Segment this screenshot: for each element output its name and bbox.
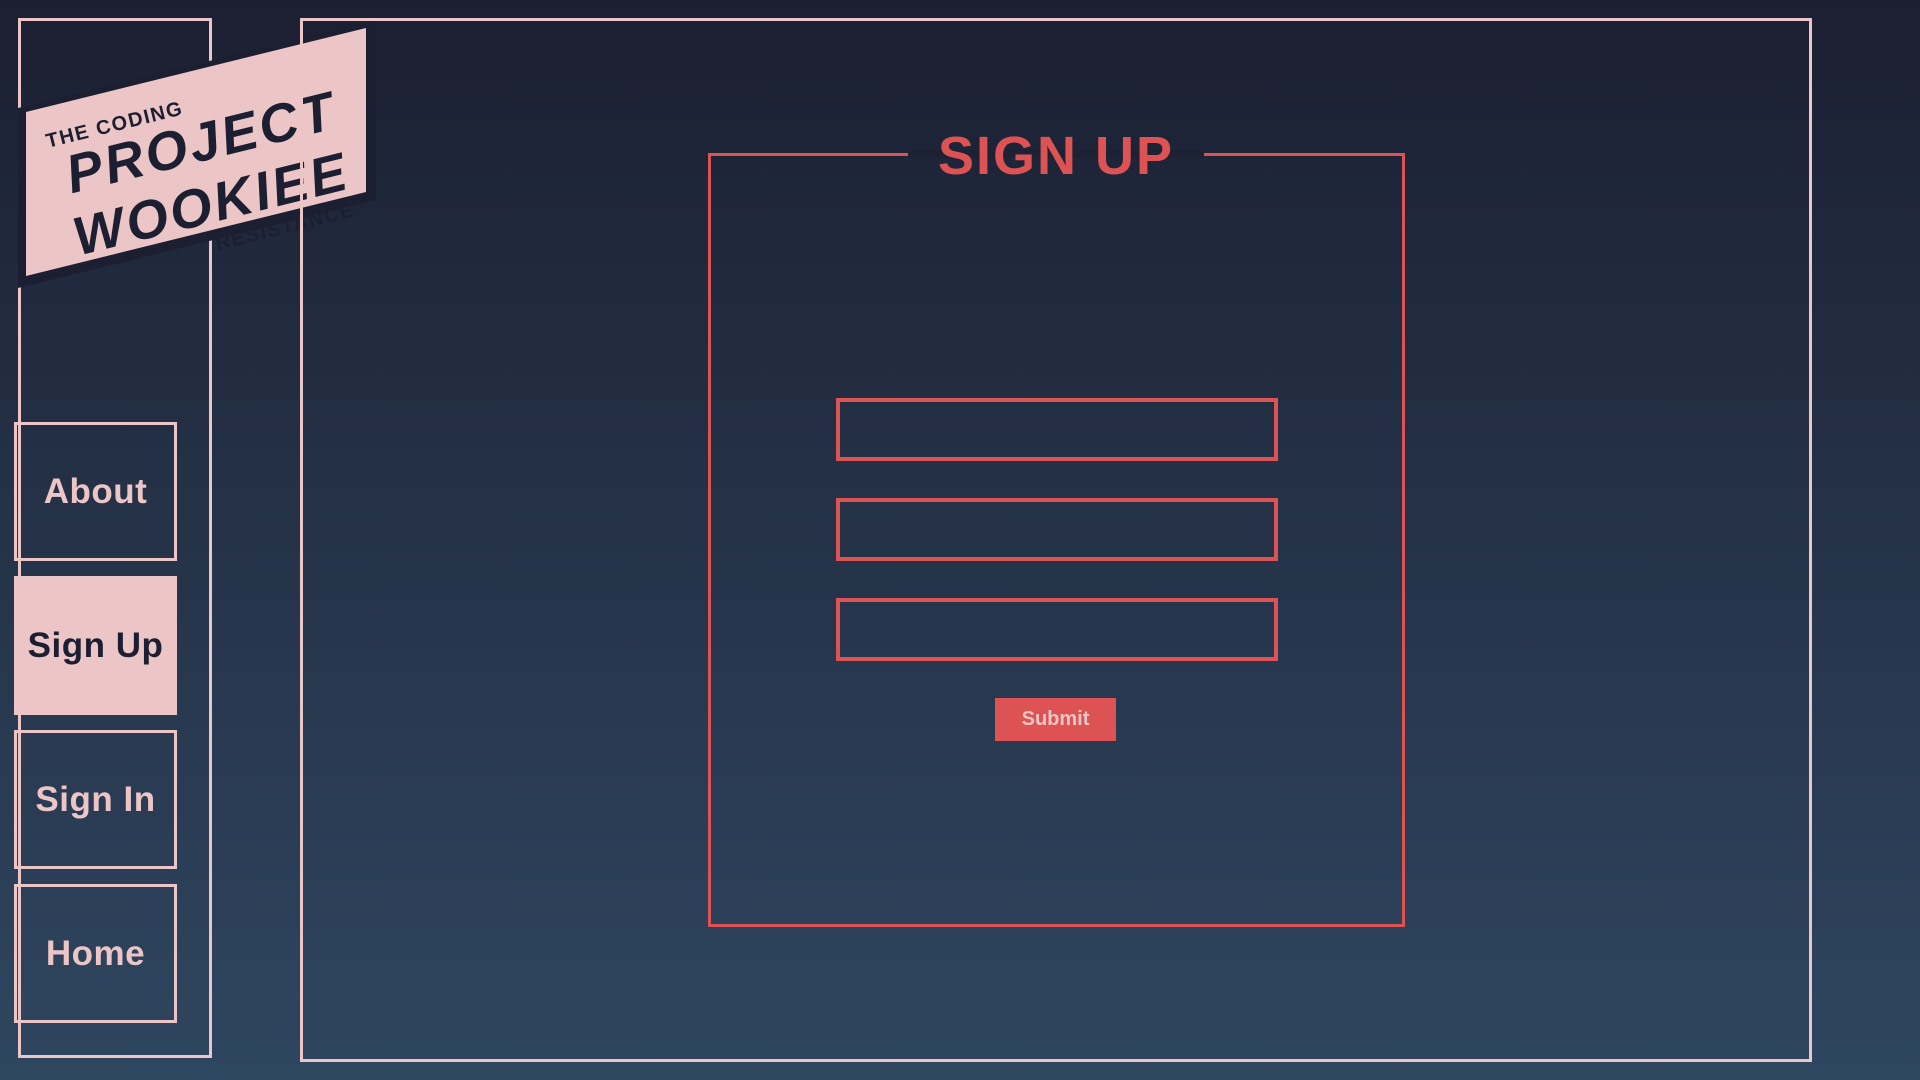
nav-signup-button[interactable]: Sign Up (14, 576, 177, 715)
nav-signin-button[interactable]: Sign In (14, 730, 177, 869)
signup-title: SIGN UP (937, 126, 1175, 186)
signup-field-2[interactable] (836, 498, 1278, 561)
nav-about-button[interactable]: About (14, 422, 177, 561)
signup-field-3[interactable] (836, 598, 1278, 661)
nav-home-button[interactable]: Home (14, 884, 177, 1023)
signup-field-1[interactable] (836, 398, 1278, 461)
submit-button[interactable]: Submit (995, 698, 1116, 741)
